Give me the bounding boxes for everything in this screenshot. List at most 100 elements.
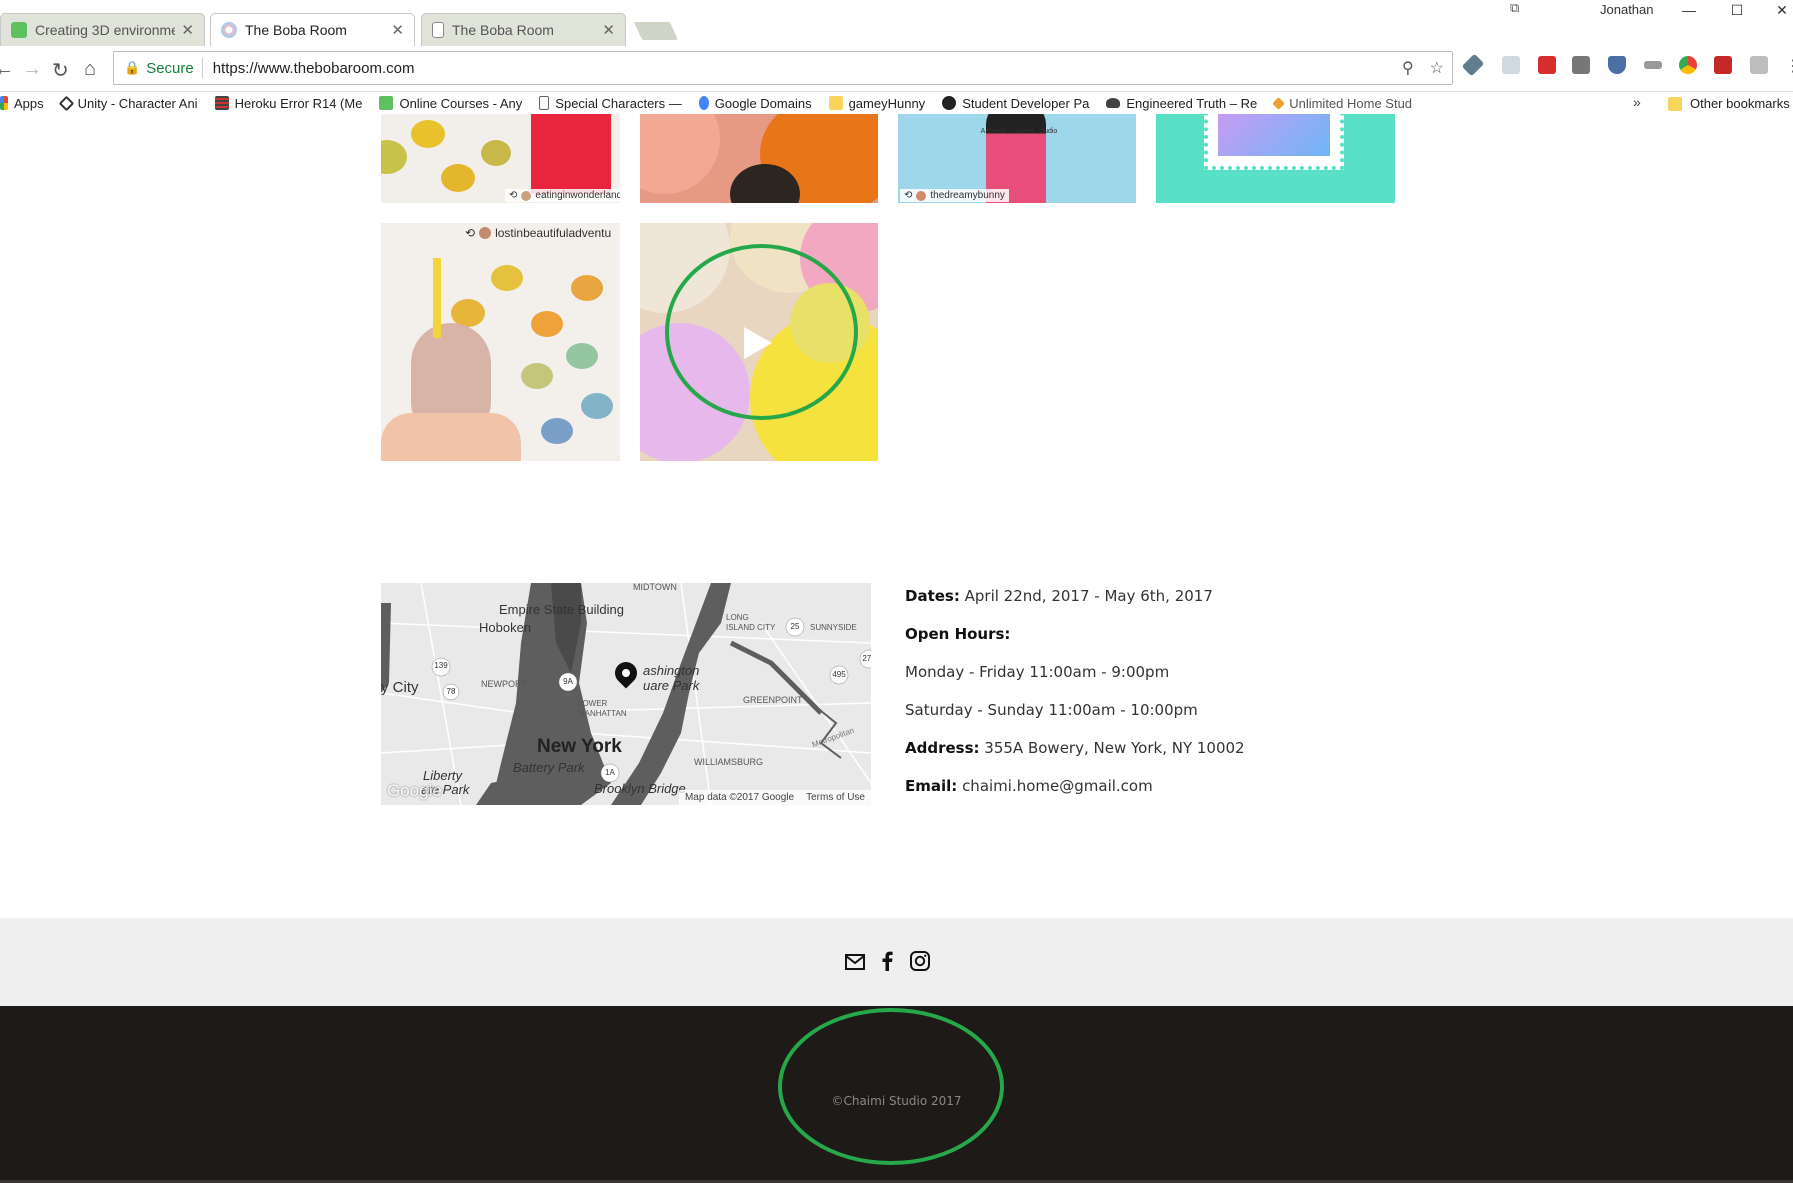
bookmarks-overflow-chevron-icon[interactable]: » — [1633, 94, 1641, 110]
bookmark-google-domains[interactable]: Google Domains — [698, 96, 812, 111]
map-shield: 25 — [790, 622, 800, 631]
bookmark-label: Unlimited Home Stud — [1289, 95, 1413, 111]
zoom-icon[interactable]: ⚲ — [1402, 58, 1414, 78]
instagram-icon[interactable] — [910, 951, 930, 971]
tab-boba-room[interactable]: The Boba Room ✕ — [421, 13, 626, 46]
extension-icon[interactable] — [1750, 56, 1768, 74]
secure-label: Secure — [146, 59, 194, 77]
bookmark-heroku[interactable]: Heroku Error R14 (Me — [214, 96, 362, 111]
decor-egg — [521, 363, 553, 389]
close-window-icon[interactable]: ✕ — [1760, 0, 1793, 22]
divider — [201, 58, 203, 78]
browser-toolbar: ← → ↻ ⌂ 🔒 Secure https://www.thebobaroom… — [0, 46, 1793, 92]
other-bookmarks-label: Other bookmarks — [1690, 96, 1790, 111]
map-label: y City — [381, 679, 419, 696]
bookmark-star-icon[interactable]: ☆ — [1430, 58, 1444, 78]
bookmark-student-developer[interactable]: Student Developer Pa — [942, 96, 1089, 111]
lock-icon: 🔒 — [124, 60, 141, 75]
hand — [381, 413, 521, 461]
new-tab-button[interactable] — [633, 22, 679, 40]
map-shield: 9A — [563, 677, 573, 686]
map-shield: 278 — [862, 654, 871, 663]
map-label: WILLIAMSBURG — [694, 757, 764, 767]
chrome-extension-icon[interactable] — [1679, 56, 1697, 74]
straw — [433, 258, 441, 338]
bookmark-apps[interactable]: Apps — [0, 96, 44, 111]
gallery-tile-2[interactable] — [640, 114, 878, 203]
decor-egg — [566, 343, 598, 369]
maximize-icon[interactable]: ☐ — [1715, 0, 1759, 22]
profile-switcher-icon[interactable]: ⧉ — [1510, 0, 1519, 16]
email-label: Email: — [905, 777, 958, 795]
url-text[interactable]: https://www.thebobaroom.com — [213, 60, 1394, 77]
map-label: Brooklyn Bridge — [594, 781, 686, 796]
address-bar[interactable]: 🔒 Secure https://www.thebobaroom.com ⚲ ☆ — [113, 51, 1453, 85]
facebook-icon[interactable] — [881, 951, 893, 971]
eyedropper-extension-icon[interactable] — [1461, 53, 1485, 77]
page-icon — [432, 22, 444, 38]
map-label: LONG ISLAND CITY — [726, 613, 776, 632]
close-icon[interactable]: ✕ — [181, 21, 194, 39]
home-icon[interactable]: ⌂ — [84, 58, 96, 81]
extension-icon[interactable] — [1502, 56, 1520, 74]
key-extension-icon[interactable] — [1644, 61, 1662, 69]
decor-egg — [481, 140, 511, 166]
bookmark-gameyhunny[interactable]: gameyHunny — [828, 95, 926, 111]
gallery-tile-4[interactable] — [1156, 114, 1395, 203]
tab-title: The Boba Room — [452, 22, 554, 38]
bookmark-label: Engineered Truth – Re — [1126, 95, 1258, 111]
extension-icon[interactable] — [1538, 56, 1556, 74]
gallery-tile-3[interactable]: A theme ... lovers. studio ⟲ thedreamybu… — [898, 114, 1136, 203]
email-value[interactable]: chaimi.home@gmail.com — [962, 777, 1153, 795]
angular-extension-icon[interactable] — [1572, 56, 1590, 74]
map-label: Empire State Building — [499, 602, 625, 617]
location-map[interactable]: Empire State Building Hoboken MIDTOWN LO… — [381, 583, 871, 805]
site-footer: ©Chaimi Studio 2017 — [0, 1006, 1793, 1183]
annotation-ring-video — [665, 244, 858, 420]
browser-tab-strip: Creating 3D environment ✕ The Boba Room … — [0, 0, 1793, 46]
reload-icon[interactable]: ↻ — [52, 58, 69, 83]
google-domains-icon — [698, 96, 709, 110]
close-icon[interactable]: ✕ — [391, 21, 404, 39]
bookmark-online-courses[interactable]: Online Courses - Any — [379, 96, 522, 111]
forward-icon[interactable]: → — [22, 58, 42, 81]
close-icon[interactable]: ✕ — [602, 21, 615, 39]
bookmark-label: gameyHunny — [848, 95, 926, 111]
minimize-icon[interactable]: — — [1667, 0, 1711, 22]
folder-icon — [1668, 96, 1682, 111]
bookmark-unity[interactable]: Unity - Character Ani — [58, 95, 198, 111]
map-terms-link[interactable]: Terms of Use — [806, 792, 865, 803]
avatar — [479, 227, 492, 239]
gallery-tile-1[interactable]: ⟲ eatinginwonderland — [381, 114, 620, 203]
info-address: Address: 355A Bowery, New York, NY 10002 — [905, 738, 1245, 776]
repost-icon: ⟲ — [465, 226, 476, 240]
github-icon — [942, 96, 957, 110]
tab-boba-room-active[interactable]: The Boba Room ✕ — [210, 13, 415, 46]
tab-title: The Boba Room — [245, 22, 347, 38]
profile-name[interactable]: Jonathan — [1600, 2, 1654, 17]
photo-credit: ⟲ eatinginwonderland — [505, 189, 620, 202]
map-label: New York — [537, 736, 622, 757]
extension-icon[interactable] — [1714, 56, 1732, 74]
other-bookmarks[interactable]: Other bookmarks — [1668, 96, 1790, 111]
address-value: 355A Bowery, New York, NY 10002 — [984, 739, 1245, 757]
bookmark-special-characters[interactable]: Special Characters — — [539, 96, 682, 111]
decor-egg — [571, 275, 603, 301]
map-label: SUNNYSIDE — [810, 623, 857, 632]
unlimited-home-icon — [1272, 96, 1286, 110]
bookmark-label: Online Courses - Any — [399, 95, 523, 111]
mail-icon[interactable] — [845, 954, 865, 970]
bookmark-unlimited-home[interactable]: Unlimited Home Stud — [1272, 95, 1413, 111]
menu-icon[interactable]: ⋮ — [1785, 56, 1793, 76]
bookmark-engineered-truth[interactable]: Engineered Truth – Re — [1106, 96, 1257, 111]
back-icon[interactable]: ← — [0, 58, 14, 81]
gallery-tile-5[interactable]: ⟲ lostinbeautifuladventu — [381, 223, 620, 461]
dates-label: Dates: — [905, 587, 960, 605]
map-label: NEWPORT — [481, 679, 527, 689]
map-shield: 78 — [446, 687, 456, 696]
tab-creating-3d[interactable]: Creating 3D environment ✕ — [0, 13, 205, 46]
person-red-dress — [531, 114, 611, 194]
map-attribution: Map data ©2017 Google — [684, 792, 795, 803]
shield-extension-icon[interactable] — [1608, 56, 1626, 74]
decor-balloon — [640, 114, 720, 194]
